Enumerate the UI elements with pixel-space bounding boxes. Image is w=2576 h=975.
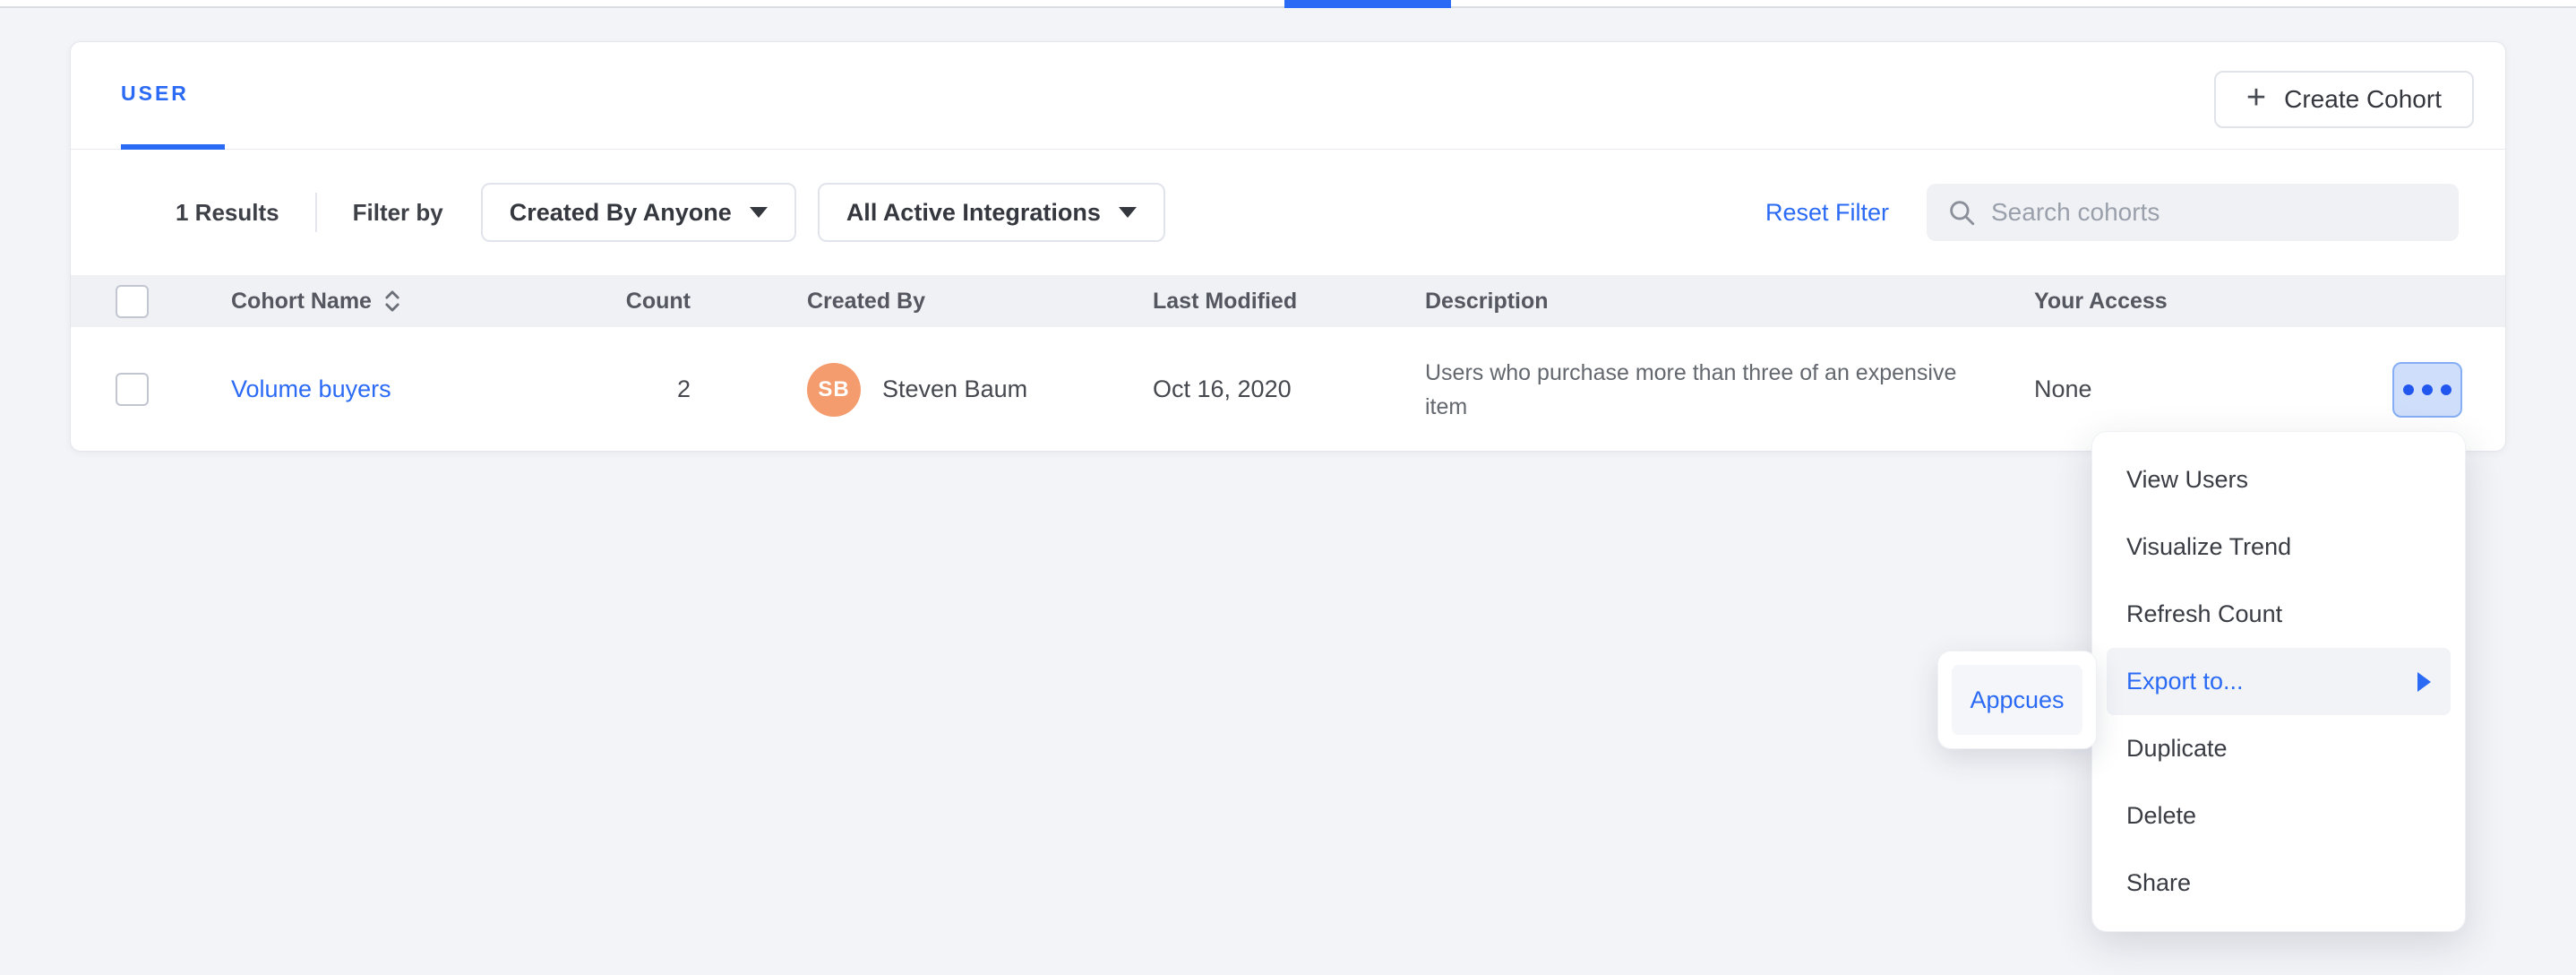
search-icon [1946, 197, 1977, 228]
avatar: SB [807, 363, 861, 417]
search-cohorts-box[interactable] [1927, 184, 2459, 241]
row-checkbox-cell [116, 373, 231, 406]
select-all-checkbox[interactable] [116, 285, 149, 318]
created-by-cell: SB Steven Baum [807, 363, 1153, 417]
menu-item-duplicate[interactable]: Duplicate [2107, 715, 2451, 782]
column-header-cohort-name[interactable]: Cohort Name [231, 289, 571, 315]
caret-down-icon [750, 207, 768, 218]
ellipsis-icon [2422, 384, 2433, 395]
menu-item-export-to-label: Export to... [2126, 668, 2244, 695]
created-by-dropdown-value: Created By Anyone [510, 199, 732, 227]
caret-down-icon [1119, 207, 1137, 218]
column-header-your-access[interactable]: Your Access [2034, 289, 2303, 315]
active-tab-indicator [1284, 0, 1451, 8]
cohort-count: 2 [571, 375, 691, 403]
submenu-item-appcues[interactable]: Appcues [1952, 665, 2082, 735]
menu-item-share[interactable]: Share [2107, 850, 2451, 917]
menu-item-visualize-trend[interactable]: Visualize Trend [2107, 513, 2451, 581]
menu-item-refresh-count[interactable]: Refresh Count [2107, 581, 2451, 648]
menu-item-delete[interactable]: Delete [2107, 782, 2451, 850]
search-cohorts-input[interactable] [1991, 198, 2439, 227]
column-header-count[interactable]: Count [571, 289, 691, 315]
sort-updown-icon [382, 289, 402, 314]
row-actions-menu: View Users Visualize Trend Refresh Count… [2092, 432, 2465, 931]
last-modified-value: Oct 16, 2020 [1153, 375, 1425, 403]
integrations-dropdown-value: All Active Integrations [846, 199, 1101, 227]
ellipsis-icon [2403, 384, 2414, 395]
header-checkbox-cell [116, 285, 231, 318]
menu-item-export-to[interactable]: Export to... [2107, 648, 2451, 715]
divider [315, 193, 317, 232]
your-access-value: None [2034, 375, 2303, 403]
top-tab-bar [0, 0, 2576, 8]
integrations-dropdown[interactable]: All Active Integrations [818, 183, 1165, 242]
created-by-dropdown[interactable]: Created By Anyone [481, 183, 796, 242]
column-header-description[interactable]: Description [1425, 289, 2034, 315]
filter-bar: 1 Results Filter by Created By Anyone Al… [71, 150, 2505, 275]
row-actions-button[interactable] [2392, 362, 2462, 418]
submenu-arrow-icon [2417, 672, 2431, 692]
tab-user[interactable]: USER [121, 42, 225, 150]
export-submenu: Appcues [1938, 651, 2096, 748]
menu-item-view-users[interactable]: View Users [2107, 446, 2451, 513]
cohorts-panel: USER + Create Cohort 1 Results Filter by… [70, 41, 2506, 452]
ellipsis-icon [2441, 384, 2451, 395]
cohort-description: Users who purchase more than three of an… [1425, 356, 1962, 424]
row-checkbox[interactable] [116, 373, 149, 406]
created-by-name: Steven Baum [882, 375, 1027, 403]
cohort-name-link[interactable]: Volume buyers [231, 375, 391, 402]
table-header: Cohort Name Count Created By Last Modifi… [71, 275, 2505, 327]
filter-by-label: Filter by [353, 199, 443, 227]
results-count: 1 Results [176, 199, 279, 227]
panel-tabs-row: USER + Create Cohort [71, 42, 2505, 150]
plus-icon: + [2246, 81, 2266, 115]
column-header-created-by[interactable]: Created By [807, 289, 1153, 315]
create-cohort-button[interactable]: + Create Cohort [2214, 71, 2474, 128]
column-header-last-modified[interactable]: Last Modified [1153, 289, 1425, 315]
reset-filter-link[interactable]: Reset Filter [1765, 199, 1889, 227]
create-cohort-label: Create Cohort [2284, 85, 2442, 114]
